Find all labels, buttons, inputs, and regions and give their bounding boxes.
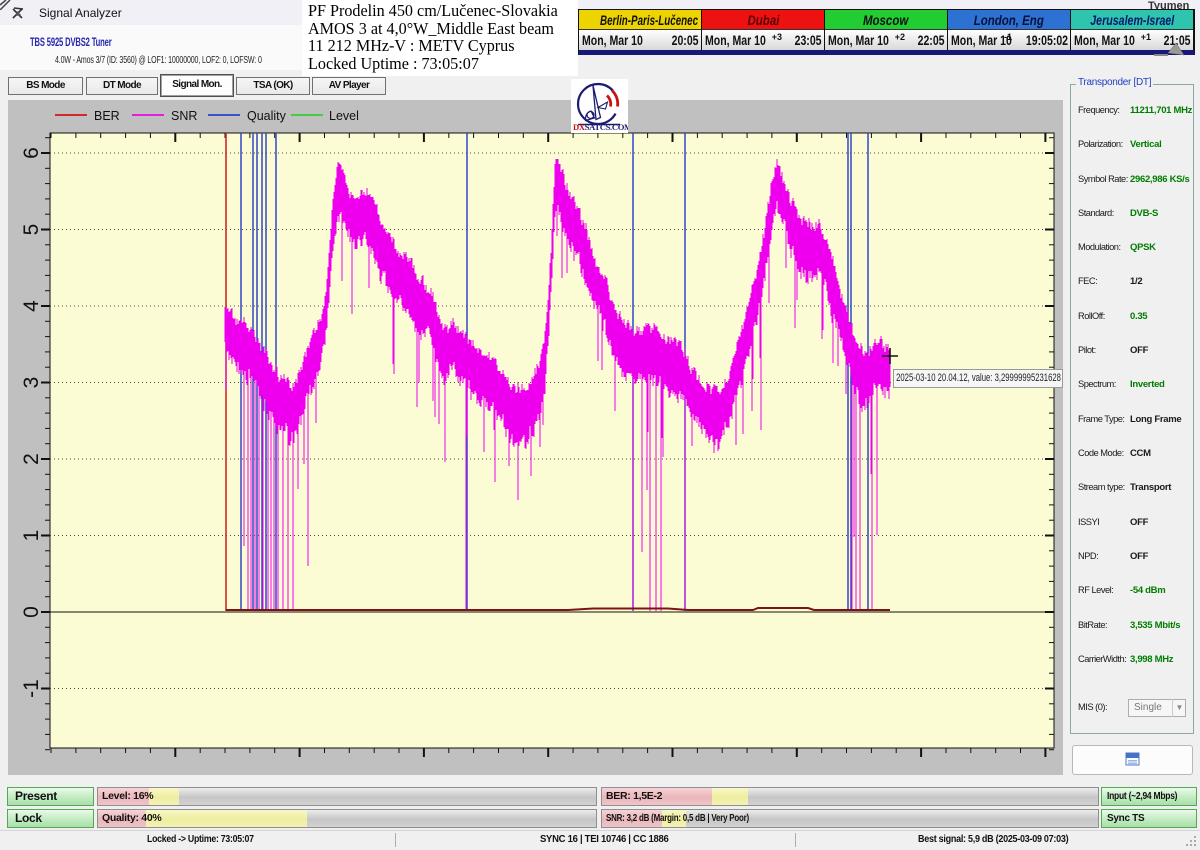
svg-text:2: 2 xyxy=(20,453,43,465)
svg-text:3: 3 xyxy=(20,377,43,389)
svg-text:1: 1 xyxy=(20,530,43,542)
svg-text:6: 6 xyxy=(20,147,43,159)
svg-text:0: 0 xyxy=(20,606,43,618)
svg-text:DXSATCS.COM: DXSATCS.COM xyxy=(573,122,628,132)
svg-text:BER: BER xyxy=(94,109,120,123)
svg-text:Level: Level xyxy=(329,109,359,123)
svg-text:4: 4 xyxy=(20,300,43,312)
svg-text:-1: -1 xyxy=(20,679,43,698)
svg-text:5: 5 xyxy=(20,224,43,236)
svg-text:Quality: Quality xyxy=(247,109,287,123)
svg-text:SNR: SNR xyxy=(171,109,197,123)
